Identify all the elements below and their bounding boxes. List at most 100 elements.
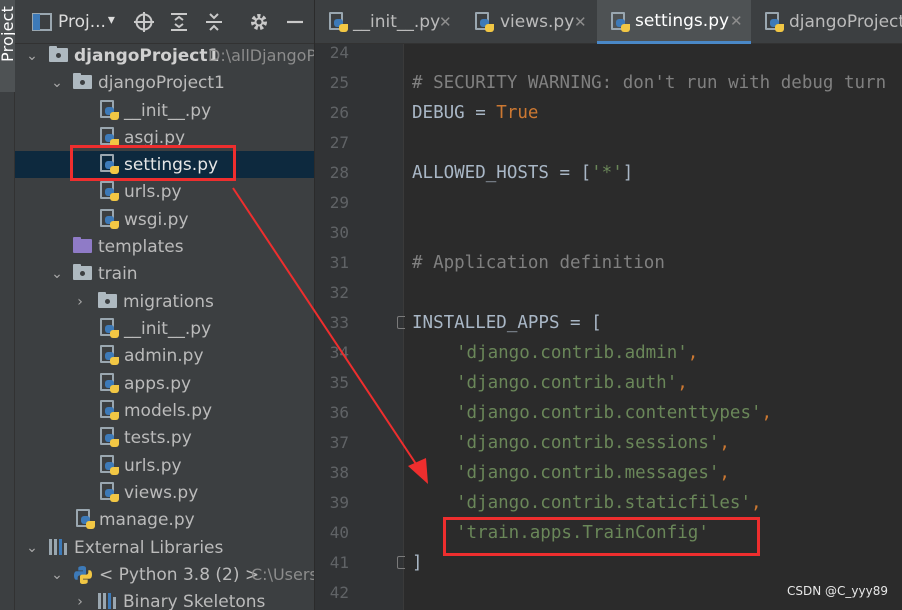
code-comma: , (677, 373, 688, 393)
tab-label: settings.py (635, 10, 730, 31)
code-text: ALLOWED_HOSTS = [ (412, 163, 592, 183)
tree-item-project-root[interactable]: ⌄ djangoProject1 D:\allDjangoP (15, 42, 314, 69)
close-icon[interactable]: ✕ (730, 12, 743, 30)
python-file-icon (100, 345, 120, 367)
line-number: 36 (329, 403, 349, 422)
tree-item-file[interactable]: manage.py (15, 506, 314, 533)
tab-views-py[interactable]: views.py ✕ (460, 0, 597, 44)
project-folder-icon (49, 46, 68, 62)
project-tool-tab[interactable]: Project (0, 0, 17, 92)
tree-item-file[interactable]: tests.py (15, 424, 314, 451)
code-comma: , (719, 433, 730, 453)
watermark: CSDN @C_yyy89 (787, 584, 888, 598)
tree-item-file[interactable]: views.py (15, 479, 314, 506)
chevron-right-icon[interactable]: › (73, 294, 87, 310)
close-icon[interactable]: ✕ (574, 13, 587, 31)
tree-item-file[interactable]: admin.py (15, 342, 314, 369)
chevron-down-icon[interactable]: ⌄ (25, 48, 39, 64)
project-view-icon (32, 12, 52, 32)
chevron-down-icon[interactable]: ⌄ (25, 540, 39, 556)
tree-item-label: templates (98, 236, 184, 257)
tool-window-strip: Project (0, 0, 17, 610)
line-number: 32 (329, 283, 349, 302)
line-number: 31 (329, 253, 349, 272)
tree-item-package[interactable]: ⌄ djangoProject1 (15, 69, 314, 96)
tree-item-templates[interactable]: templates (15, 233, 314, 260)
tree-item-file[interactable]: __init__.py (15, 315, 314, 342)
tree-item-label: urls.py (124, 455, 182, 476)
tree-item-path: C:\Users (251, 565, 314, 584)
tab-settings-py[interactable]: settings.py ✕ (597, 0, 751, 44)
collapse-all-icon[interactable] (204, 12, 224, 32)
python-file-icon (100, 154, 120, 176)
line-number: 40 (329, 523, 349, 542)
tree-item-file-selected[interactable]: settings.py (15, 151, 314, 178)
code-line-comment: # Application definition (412, 253, 665, 273)
line-number: 25 (329, 73, 349, 92)
code-line-app-train: 'train.apps.TrainConfig' (456, 523, 709, 543)
code-editor[interactable]: # SECURITY WARNING: don't run with debug… (405, 44, 902, 610)
python-file-icon (100, 400, 120, 422)
chevron-right-icon[interactable]: › (73, 594, 87, 610)
python-file-icon (611, 12, 631, 34)
tree-item-file[interactable]: apps.py (15, 370, 314, 397)
code-comma: , (687, 343, 699, 363)
project-view-selector[interactable]: Proj... ▾ (58, 12, 115, 32)
library-icon (98, 593, 118, 609)
python-file-icon (329, 12, 349, 34)
minimize-icon[interactable] (285, 12, 305, 32)
package-folder-icon (98, 292, 117, 308)
project-view-label: Proj... (58, 12, 106, 32)
tree-item-label: views.py (124, 482, 199, 503)
package-folder-icon (73, 73, 92, 89)
tab-label: djangoProject1 (789, 12, 902, 32)
python-file-icon (100, 373, 120, 395)
python-file-icon (100, 100, 120, 122)
tree-item-label: __init__.py (124, 318, 212, 339)
tree-item-file[interactable]: urls.py (15, 452, 314, 479)
code-line-app: 'django.contrib.staticfiles', (456, 488, 762, 518)
tree-item-file[interactable]: asgi.py (15, 124, 314, 151)
code-line-app: 'django.contrib.contenttypes', (456, 398, 772, 428)
line-number: 35 (329, 373, 349, 392)
tree-item-train[interactable]: ⌄ train (15, 260, 314, 287)
line-number: 34 (329, 343, 349, 362)
code-line-close-bracket: ] (412, 553, 423, 573)
line-number: 29 (329, 193, 349, 212)
chevron-down-icon[interactable]: ⌄ (50, 266, 64, 282)
tree-item-label: models.py (124, 400, 213, 421)
code-string: 'django.contrib.messages' (456, 463, 720, 483)
locate-file-icon[interactable] (134, 12, 154, 32)
close-icon[interactable]: ✕ (439, 13, 452, 31)
tree-item-external-libraries[interactable]: ⌄ External Libraries (15, 534, 314, 561)
tree-item-file[interactable]: urls.py (15, 178, 314, 205)
code-comma: , (719, 463, 730, 483)
package-folder-icon (73, 264, 92, 280)
python-file-icon (475, 12, 495, 34)
tree-item-label: urls.py (124, 181, 182, 202)
code-line-app: 'django.contrib.sessions', (456, 428, 730, 458)
code-line-allowed-hosts: ALLOWED_HOSTS = ['*'] (412, 158, 633, 188)
tab-label: views.py (500, 12, 575, 32)
gear-icon[interactable] (249, 12, 269, 32)
tree-item-label: djangoProject1 (74, 45, 220, 66)
tab-djangoproject1[interactable]: djangoProject1 (751, 0, 902, 44)
code-comma: , (751, 493, 762, 513)
tree-item-python-sdk[interactable]: ⌄ < Python 3.8 (2) > C:\Users (15, 561, 314, 588)
line-number: 33 (329, 313, 349, 332)
tree-item-migrations[interactable]: › migrations (15, 288, 314, 315)
chevron-down-icon[interactable]: ⌄ (50, 567, 64, 583)
tree-item-file[interactable]: wsgi.py (15, 206, 314, 233)
python-file-icon (100, 427, 120, 449)
tree-item-binary-skeletons[interactable]: › Binary Skeletons (15, 588, 314, 610)
expand-all-icon[interactable] (169, 12, 189, 32)
code-text: ] (622, 163, 634, 183)
code-line-debug: DEBUG = True (412, 98, 538, 128)
project-panel: Proj... ▾ ⌄ djangoProject1 D:\allDjangoP… (15, 0, 314, 610)
code-string: '*' (591, 163, 623, 183)
chevron-down-icon[interactable]: ⌄ (50, 75, 64, 91)
tree-item-label: Binary Skeletons (123, 591, 266, 610)
tree-item-label: manage.py (99, 509, 195, 530)
tree-item-file[interactable]: __init__.py (15, 97, 314, 124)
tree-item-file[interactable]: models.py (15, 397, 314, 424)
